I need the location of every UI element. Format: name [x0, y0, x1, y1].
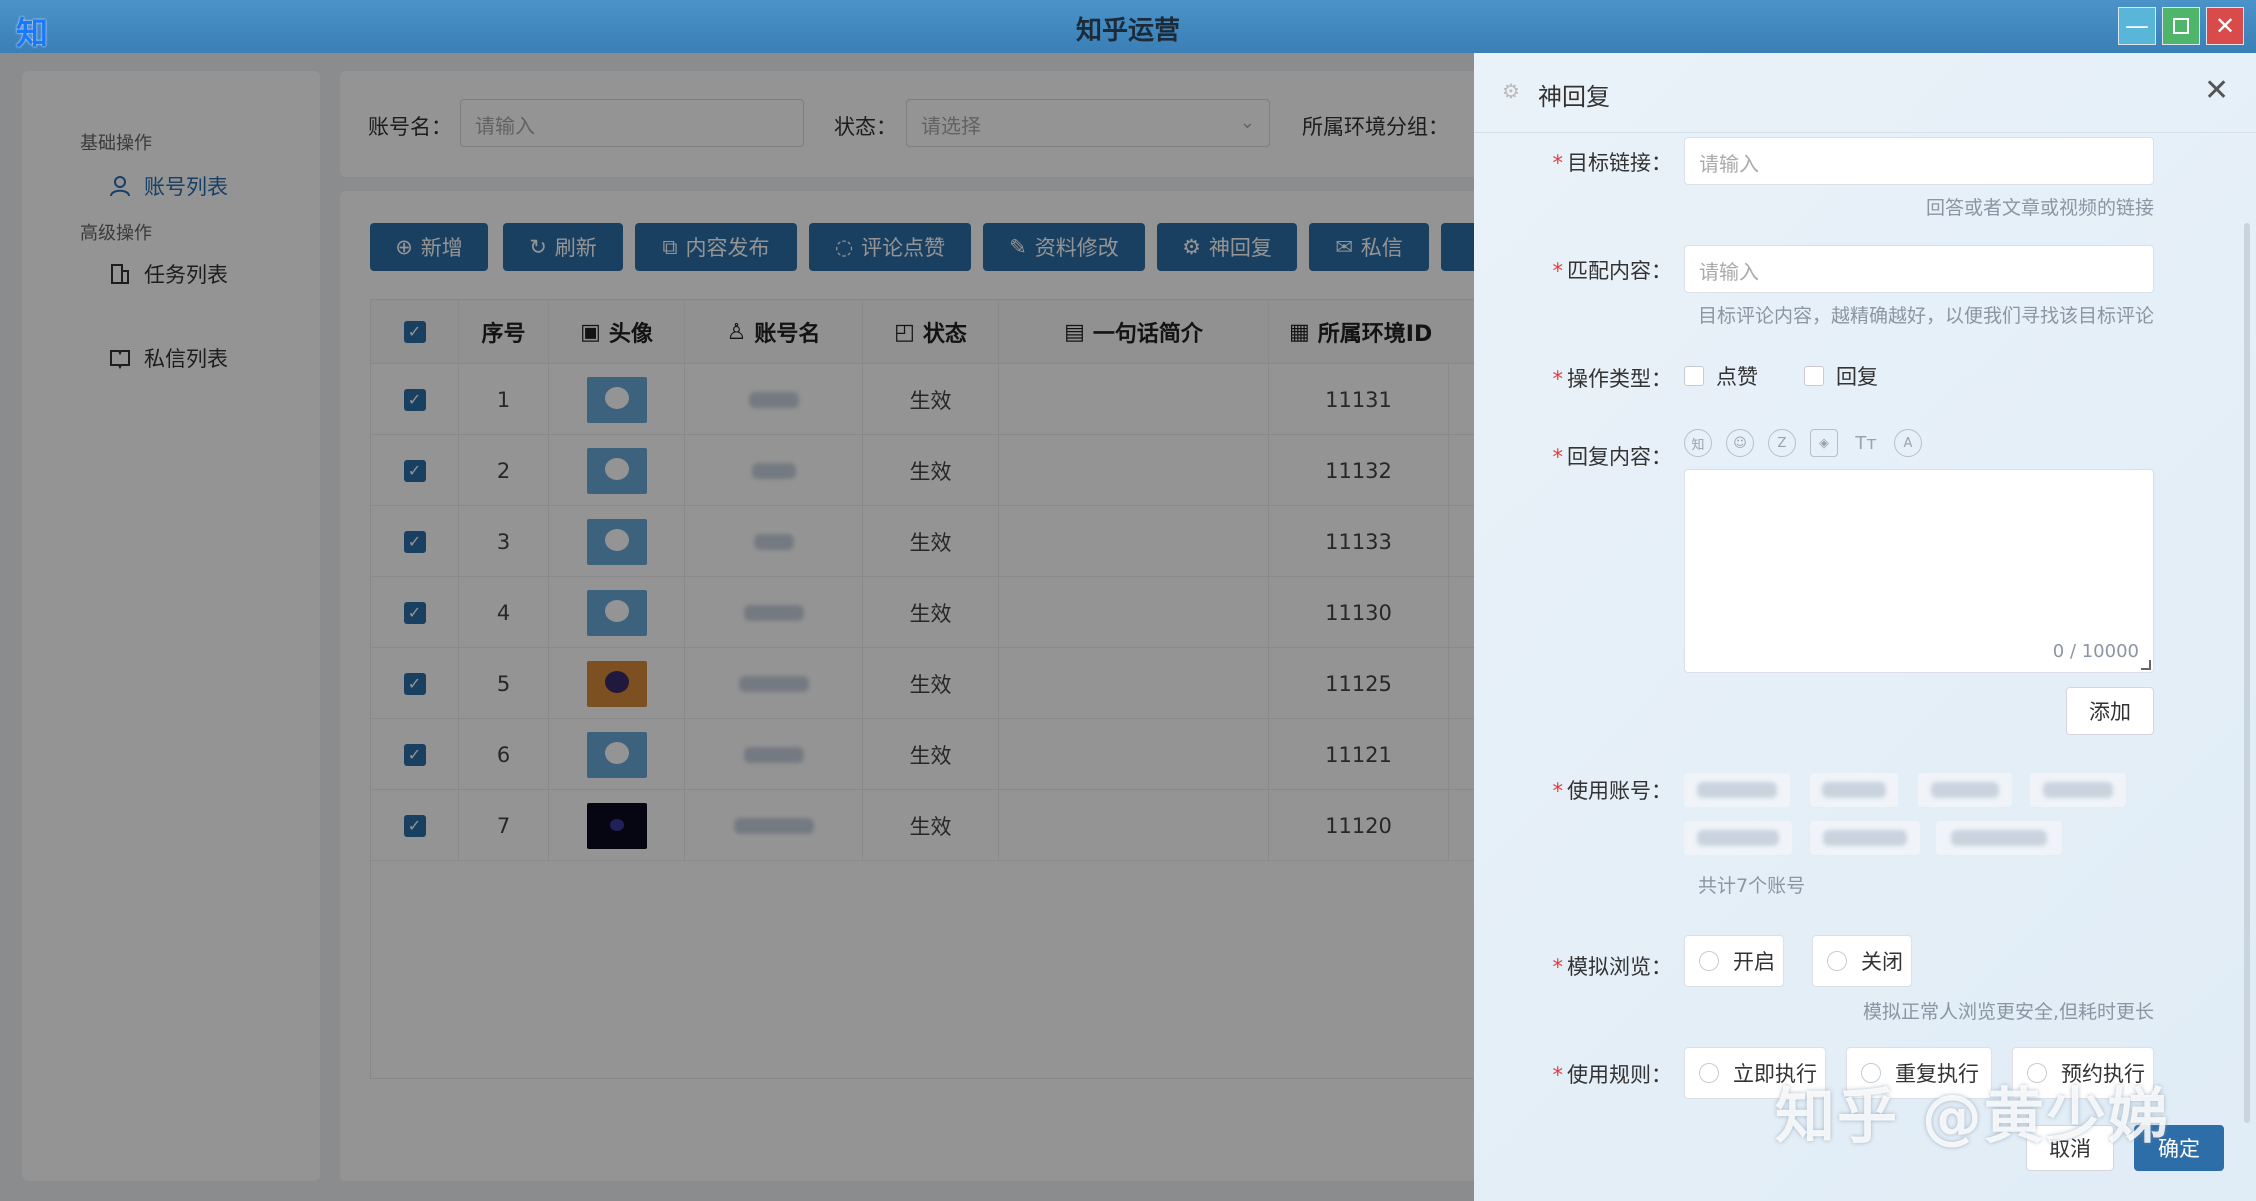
checkbox-label: 点赞 [1716, 365, 1758, 389]
simulate-browse-label: * 模拟浏览： [1552, 955, 1673, 979]
window-title: 知乎运营 [1075, 16, 1180, 46]
checkbox-box [1684, 366, 1704, 386]
maximize-icon [2173, 18, 2189, 34]
z-icon[interactable]: Z [1768, 429, 1796, 457]
account-tag[interactable] [1810, 773, 1898, 807]
blurred-account [1697, 830, 1779, 846]
account-tag[interactable] [1810, 821, 1920, 855]
account-tag[interactable] [1684, 773, 1790, 807]
target-link-input[interactable]: 请输入 [1684, 137, 2154, 185]
target-link-label: * 目标链接： [1552, 151, 1673, 175]
title-bar: 知 知乎运营 — ✕ [0, 0, 2256, 53]
simulate-browse-hint: 模拟正常人浏览更安全,但耗时更长 [1862, 1001, 2154, 1023]
watermark: 知乎 @黄少娣 [1775, 1082, 2170, 1152]
emoji-icon[interactable]: ☺ [1726, 429, 1754, 457]
account-tag[interactable] [2030, 773, 2126, 807]
drawer-header: ⚙ 神回复 ✕ [1474, 53, 2256, 133]
maximize-button[interactable] [2162, 7, 2200, 45]
match-content-label: * 匹配内容： [1552, 259, 1673, 283]
op-type-reply-checkbox[interactable]: 回复 [1804, 361, 1878, 391]
close-button[interactable]: ✕ [2206, 7, 2244, 45]
modal-overlay[interactable] [0, 53, 1474, 1201]
text-size-icon[interactable]: Tт [1852, 429, 1880, 457]
blurred-account [2043, 782, 2113, 798]
blurred-account [1951, 830, 2047, 846]
close-icon: ✕ [2214, 12, 2236, 40]
use-account-label: * 使用账号： [1552, 779, 1673, 803]
target-link-hint: 回答或者文章或视频的链接 [1925, 197, 2154, 219]
radio-circle [1827, 951, 1847, 971]
op-type-like-checkbox[interactable]: 点赞 [1684, 361, 1758, 391]
account-total: 共计7个账号 [1698, 875, 1806, 897]
account-tag[interactable] [1918, 773, 2012, 807]
account-tag[interactable] [1936, 821, 2062, 855]
simulate-browse-on-radio[interactable]: 开启 [1684, 935, 1784, 987]
drawer-title: 神回复 [1538, 83, 1610, 111]
cube-icon[interactable]: ◈ [1810, 429, 1838, 457]
reply-content-textarea[interactable]: 0 / 10000 [1684, 469, 2154, 673]
radio-label: 关闭 [1861, 950, 1903, 974]
blurred-account [1822, 782, 1886, 798]
blurred-account [1823, 830, 1907, 846]
radio-label: 开启 [1733, 950, 1775, 974]
match-content-hint: 目标评论内容，越精确越好，以便我们寻找该目标评论 [1697, 305, 2154, 327]
gear-icon: ⚙ [1502, 79, 1520, 103]
minimize-button[interactable]: — [2118, 7, 2156, 45]
account-tag[interactable] [1684, 821, 1792, 855]
blurred-account [1931, 782, 1999, 798]
op-type-label: * 操作类型： [1552, 367, 1673, 391]
radio-circle [1699, 1063, 1719, 1083]
add-reply-button[interactable]: 添加 [2066, 687, 2154, 735]
use-rule-label: * 使用规则： [1552, 1063, 1673, 1087]
reply-content-label: * 回复内容： [1552, 445, 1673, 469]
editor-toolbar: 知 ☺ Z ◈ Tт A [1684, 429, 1922, 457]
radio-circle [1699, 951, 1719, 971]
close-icon[interactable]: ✕ [2204, 73, 2229, 108]
blurred-account [1697, 782, 1777, 798]
simulate-browse-off-radio[interactable]: 关闭 [1812, 935, 1912, 987]
checkbox-label: 回复 [1836, 365, 1878, 389]
resize-handle[interactable] [2141, 660, 2151, 670]
god-reply-drawer: ⚙ 神回复 ✕ * 目标链接： 请输入 回答或者文章或视频的链接 * 匹配内容： 请… [1474, 53, 2256, 1201]
scrollbar[interactable] [2244, 223, 2250, 1123]
at-icon[interactable]: A [1894, 429, 1922, 457]
minimize-icon: — [2125, 12, 2149, 40]
char-count: 0 / 10000 [2052, 641, 2139, 662]
checkbox-box [1804, 366, 1824, 386]
zhihu-icon[interactable]: 知 [1684, 429, 1712, 457]
match-content-input[interactable]: 请输入 [1684, 245, 2154, 293]
